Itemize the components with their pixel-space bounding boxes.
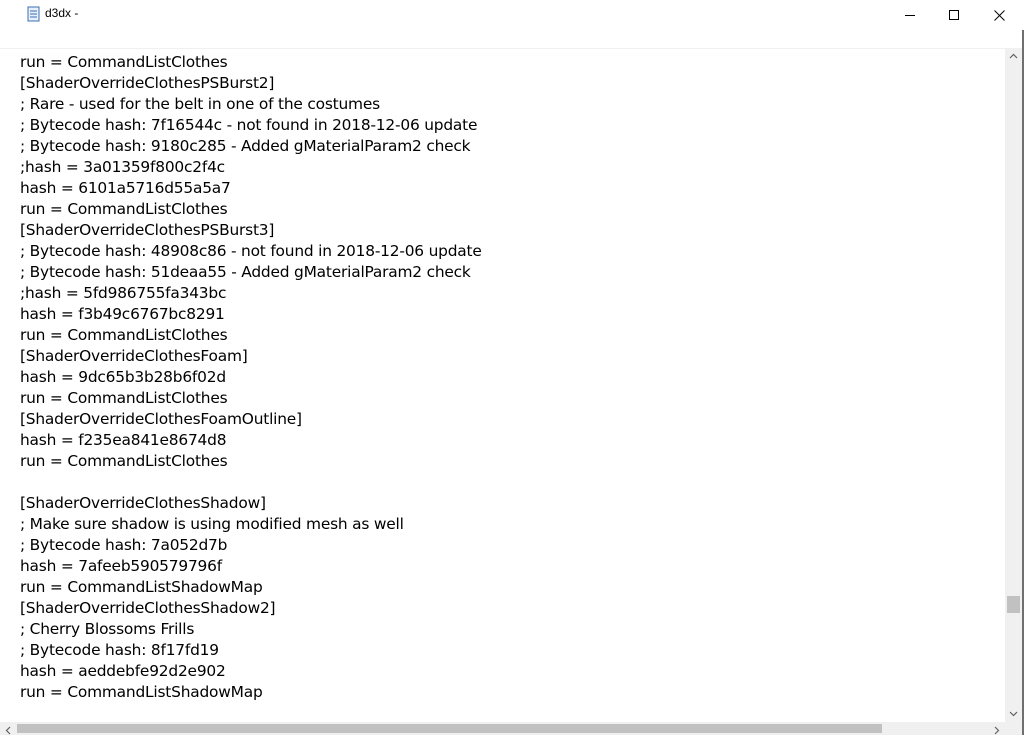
editor-line: hash = 6101a5716d55a5a7 bbox=[20, 179, 231, 197]
editor-line: ; Bytecode hash: 48908c86 - not found in… bbox=[20, 242, 482, 260]
editor-line: hash = f3b49c6767bc8291 bbox=[20, 305, 225, 323]
editor-line: hash = 9dc65b3b28b6f02d bbox=[20, 368, 226, 386]
notepad-icon bbox=[25, 6, 41, 22]
editor-line: [ShaderOverrideClothesShadow] bbox=[20, 494, 266, 512]
editor-line: ; Bytecode hash: 9180c285 - Added gMater… bbox=[20, 137, 471, 155]
maximize-icon bbox=[949, 10, 959, 20]
scroll-down-arrow-icon[interactable] bbox=[1005, 705, 1022, 722]
editor-line: ;hash = 5fd986755fa343bc bbox=[20, 284, 227, 302]
menu-bar bbox=[0, 30, 1024, 48]
editor-lines: run = CommandListClothes [ShaderOverrideC… bbox=[20, 52, 482, 703]
editor-line: run = CommandListClothes bbox=[20, 53, 228, 71]
text-editor[interactable]: run = CommandListClothes [ShaderOverrideC… bbox=[0, 48, 1005, 723]
editor-line: [ShaderOverrideClothesShadow2] bbox=[20, 599, 276, 617]
minimize-button[interactable] bbox=[887, 0, 933, 30]
editor-line: ; Bytecode hash: 51deaa55 - Added gMater… bbox=[20, 263, 471, 281]
editor-line: run = CommandListClothes bbox=[20, 452, 228, 470]
editor-line: run = CommandListClothes bbox=[20, 200, 228, 218]
scroll-up-arrow-icon[interactable] bbox=[1005, 48, 1022, 65]
editor-line: run = CommandListClothes bbox=[20, 389, 228, 407]
minimize-icon bbox=[905, 15, 915, 16]
editor-line: ; Make sure shadow is using modified mes… bbox=[20, 515, 404, 533]
editor-line: [ShaderOverrideClothesFoam] bbox=[20, 347, 248, 365]
editor-line: ; Bytecode hash: 7f16544c - not found in… bbox=[20, 116, 478, 134]
editor-line: run = CommandListClothes bbox=[20, 326, 228, 344]
scrollbar-corner bbox=[1005, 722, 1022, 735]
editor-line: ;hash = 3a01359f800c2f4c bbox=[20, 158, 225, 176]
scroll-right-arrow-icon[interactable] bbox=[990, 722, 1003, 735]
editor-line: ; Cherry Blossoms Frills bbox=[20, 620, 195, 638]
horizontal-scrollbar[interactable] bbox=[0, 722, 1005, 735]
maximize-button[interactable] bbox=[931, 0, 977, 30]
close-icon bbox=[993, 9, 1005, 21]
editor-line: run = CommandListShadowMap bbox=[20, 683, 263, 701]
editor-line: ; Bytecode hash: 7a052d7b bbox=[20, 536, 228, 554]
editor-line: hash = f235ea841e8674d8 bbox=[20, 431, 227, 449]
editor-line: hash = aeddebfe92d2e902 bbox=[20, 662, 226, 680]
editor-line: [ShaderOverrideClothesFoamOutline] bbox=[20, 410, 302, 428]
editor-line: run = CommandListShadowMap bbox=[20, 578, 263, 596]
title-bar[interactable]: d3dx - bbox=[0, 0, 1024, 30]
window-title: d3dx - bbox=[45, 6, 79, 20]
close-button[interactable] bbox=[976, 0, 1022, 30]
horizontal-scroll-thumb[interactable] bbox=[17, 724, 882, 733]
editor-line: ; Bytecode hash: 8f17fd19 bbox=[20, 641, 219, 659]
editor-line: [ShaderOverrideClothesPSBurst3] bbox=[20, 221, 275, 239]
vertical-scrollbar[interactable] bbox=[1005, 48, 1022, 722]
editor-line: [ShaderOverrideClothesPSBurst2] bbox=[20, 74, 275, 92]
scroll-left-arrow-icon[interactable] bbox=[2, 722, 15, 735]
editor-line: ; Rare - used for the belt in one of the… bbox=[20, 95, 380, 113]
editor-line: hash = 7afeeb590579796f bbox=[20, 557, 222, 575]
vertical-scroll-thumb[interactable] bbox=[1007, 596, 1020, 613]
